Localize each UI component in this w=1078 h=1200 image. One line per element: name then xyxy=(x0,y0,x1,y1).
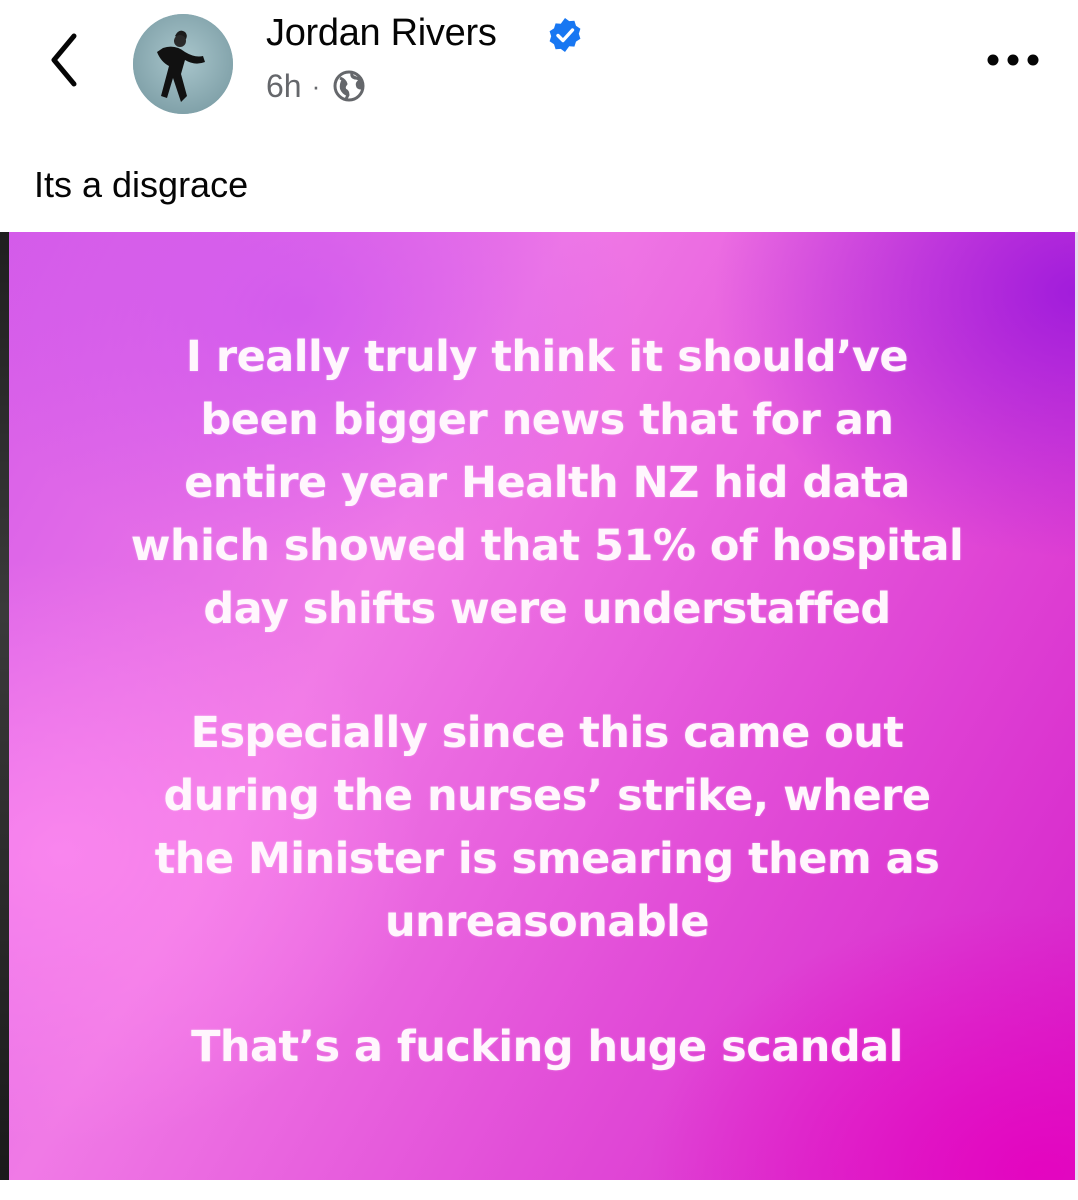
meta-separator: · xyxy=(311,70,321,101)
post-image[interactable]: I really truly think it should’ve been b… xyxy=(0,232,1078,1180)
verified-badge-icon xyxy=(549,18,581,52)
avatar-photo xyxy=(133,14,233,114)
globe-icon xyxy=(333,70,365,102)
story-line: during the nurses’ strike, where xyxy=(163,771,931,821)
story-line: That’s a fucking huge scandal xyxy=(191,1022,903,1072)
story-line: unreasonable xyxy=(384,897,710,947)
chevron-left-icon xyxy=(51,33,77,87)
story-line: which showed that 51% of hospital xyxy=(130,521,964,571)
avatar[interactable] xyxy=(133,14,233,114)
story-paragraph-2: Especially since this came out during th… xyxy=(40,702,1054,954)
more-options-icon xyxy=(987,54,1039,66)
story-line: entire year Health NZ hid data xyxy=(184,458,910,508)
post-header: Jordan Rivers 6h · xyxy=(0,0,1078,130)
post-caption: Its a disgrace xyxy=(34,164,249,205)
story-line: I really truly think it should’ve xyxy=(185,332,909,382)
story-line: day shifts were understaffed xyxy=(203,584,891,634)
back-button[interactable] xyxy=(40,30,90,90)
post-time[interactable]: 6h xyxy=(266,68,302,105)
author-name[interactable]: Jordan Rivers xyxy=(266,12,497,55)
story-paragraph-3: That’s a fucking huge scandal xyxy=(40,1016,1054,1079)
more-options-button[interactable] xyxy=(978,40,1048,80)
story-line: the Minister is smearing them as xyxy=(154,834,940,884)
story-line: Especially since this came out xyxy=(190,708,904,758)
image-edge-shadow xyxy=(0,232,9,1180)
story-line: been bigger news that for an xyxy=(200,395,894,445)
post-meta: 6h · xyxy=(266,66,366,106)
story-paragraph-1: I really truly think it should’ve been b… xyxy=(40,326,1054,641)
